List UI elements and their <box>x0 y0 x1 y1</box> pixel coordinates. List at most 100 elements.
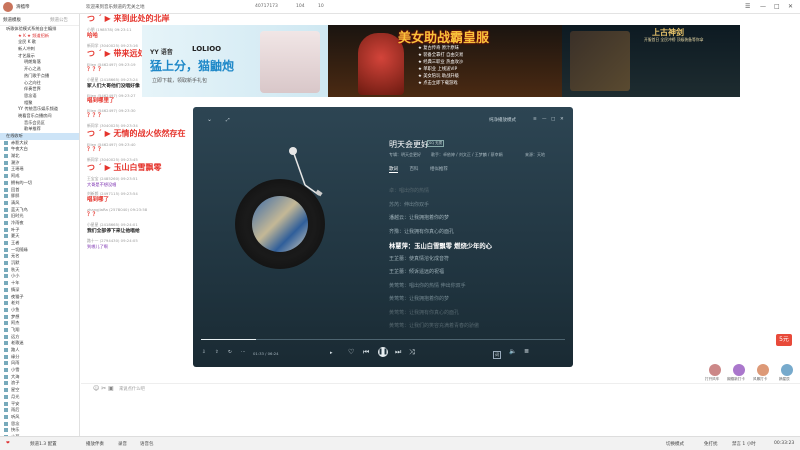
avatar[interactable] <box>709 364 721 376</box>
switch-mode-button[interactable]: 切换模式 <box>666 441 684 447</box>
channel-tree-item[interactable]: 伴奏世界 <box>0 86 79 93</box>
voicepack-button[interactable]: 语音包 <box>140 441 154 447</box>
channel-tree-item[interactable]: 热门歌手点播 <box>0 73 79 80</box>
user-list-item[interactable]: 旧时光 <box>0 213 79 220</box>
dnd-button[interactable]: 免打扰 <box>704 441 718 447</box>
user-list-item[interactable]: 秋天 <box>0 267 79 274</box>
accompaniment-button[interactable]: 播放伴奏 <box>86 441 104 447</box>
user-list-item[interactable]: 拥有的一切 <box>0 180 79 187</box>
user-list-item[interactable]: 清风 <box>0 200 79 207</box>
channel-tree-item[interactable]: 晓看音乐点播房间 <box>0 113 79 120</box>
menu-icon[interactable]: ☰ <box>745 3 750 10</box>
emoji-icon[interactable]: ☺ ✂ ▣ <box>93 385 114 392</box>
tab-similar[interactable]: 相似推荐 <box>430 167 448 172</box>
lyrics-toggle-button[interactable]: 词 <box>493 351 501 359</box>
promo-badge[interactable]: 5元 <box>776 334 792 346</box>
user-avatar[interactable] <box>3 2 13 12</box>
more-icon[interactable]: ⋯ <box>241 350 246 355</box>
maximize-icon[interactable]: □ <box>774 3 780 10</box>
sidebar-head-right[interactable]: 频道公告 <box>50 17 68 23</box>
channel-tree-item[interactable]: 歌单推荐 <box>0 126 79 133</box>
tab-lyrics[interactable]: 歌词 <box>389 167 398 173</box>
user-list-item[interactable]: 阿成 <box>0 173 79 180</box>
shuffle-icon[interactable]: ⤨ <box>409 348 415 357</box>
username[interactable]: 滑稽帝 <box>16 4 30 10</box>
channel-tree-item[interactable]: 心之向往 <box>0 80 79 87</box>
share-icon[interactable]: ⇪ <box>215 350 219 355</box>
ad-banner[interactable]: YY 语音 LOLIOO 猛上分，猫鼬炮 立即下载，领取新手礼包 美女助战霸皇服… <box>142 25 740 97</box>
channel-tree-item[interactable]: 音乐会员区 <box>0 120 79 127</box>
user-list-item[interactable]: 潮汐 <box>0 160 79 167</box>
download-icon[interactable]: ⇩ <box>202 350 206 355</box>
collapse-icon[interactable]: ⌄ <box>207 116 212 123</box>
channel-tree-item[interactable]: ★ K ★ 频道招新 <box>0 33 79 40</box>
user-list-item[interactable]: 听风 <box>0 414 79 421</box>
user-list-item[interactable]: 大海 <box>0 374 79 381</box>
user-list-item[interactable]: 阿杰 <box>0 320 79 327</box>
voice-setting-button[interactable]: 频道1.3 配置 <box>30 441 57 447</box>
user-list-item[interactable]: 老刘 <box>0 300 79 307</box>
user-list-item[interactable]: 小鱼 <box>0 307 79 314</box>
user-list-item[interactable]: 缘分 <box>0 354 79 361</box>
user-list-item[interactable]: 小雪 <box>0 367 79 374</box>
avatar[interactable] <box>733 364 745 376</box>
user-list-item[interactable]: 风雨 <box>0 360 79 367</box>
user-list-item[interactable]: 远方 <box>0 334 79 341</box>
chat-input-area[interactable]: ☺ ✂ ▣ 来说点什么吧 <box>81 383 800 436</box>
minimize-icon[interactable]: — <box>542 117 547 122</box>
channel-tree-item[interactable]: 相聚 <box>0 100 79 107</box>
fullscreen-icon[interactable]: ⤢ <box>226 117 230 123</box>
user-list-item[interactable]: 午夜大白 <box>0 146 79 153</box>
user-list-item[interactable]: 无名 <box>0 253 79 260</box>
ad-yy[interactable]: YY 语音 LOLIOO 猛上分，猫鼬炮 立即下载，领取新手礼包 <box>142 25 328 97</box>
heart-icon[interactable]: ❤ <box>6 441 10 446</box>
channel-tree-item[interactable]: 在线收听 <box>0 133 79 140</box>
ad-game[interactable]: 美女助战霸皇服 ★ 复古传奇 原汁原味 ★ 装备全靠打 自由交易 ★ 经典三职业… <box>328 25 562 97</box>
album-label[interactable]: 专辑：明天会更好 <box>389 152 421 158</box>
avatar[interactable] <box>781 364 793 376</box>
tab-wiki[interactable]: 百科 <box>409 167 418 172</box>
menu-icon[interactable]: ≡ <box>533 117 537 122</box>
close-icon[interactable]: ✕ <box>788 3 793 10</box>
sidebar-head-left[interactable]: 频道模板 <box>3 17 21 23</box>
minimize-icon[interactable]: — <box>760 3 766 10</box>
user-list-item[interactable]: 快乐 <box>0 427 79 434</box>
channel-tree-item[interactable]: 才艺展示 <box>0 53 79 60</box>
ad-rpg[interactable]: 上古神剑 开服首日 全民冲榜 顶级装备等你拿 <box>562 25 740 97</box>
user-list-item[interactable]: 平安 <box>0 401 79 408</box>
user-list-item[interactable]: 胖胖 <box>0 193 79 200</box>
user-list-item[interactable]: 王者 <box>0 240 79 247</box>
refresh-icon[interactable]: ↻ <box>228 350 232 355</box>
close-icon[interactable]: ✕ <box>560 117 564 122</box>
user-list-item[interactable]: 蓝天飞鸟 <box>0 207 79 214</box>
user-list-item[interactable]: 路人 <box>0 347 79 354</box>
mute-button[interactable]: 禁言 1 小时 <box>732 441 756 447</box>
next-icon[interactable]: ⏭ <box>395 348 401 357</box>
user-list-item[interactable]: 沉默 <box>0 260 79 267</box>
user-list-item[interactable]: 冷雨夜 <box>0 220 79 227</box>
user-list-item[interactable]: 梦想 <box>0 314 79 321</box>
channel-tree-item[interactable]: 开心之选 <box>0 66 79 73</box>
user-list-item[interactable]: 小小 <box>0 273 79 280</box>
user-list-item[interactable]: 思念 <box>0 421 79 428</box>
user-list-item[interactable]: 雨后 <box>0 407 79 414</box>
user-list-item[interactable]: 王瑶瑶 <box>0 166 79 173</box>
channel-tree-item[interactable]: 全民 K 歌 <box>0 39 79 46</box>
playlist-icon[interactable]: ≣ <box>524 348 529 355</box>
channel-tree-item[interactable]: 思念语 <box>0 93 79 100</box>
user-list-item[interactable]: 飞翔 <box>0 327 79 334</box>
user-list-item[interactable]: 夏天 <box>0 233 79 240</box>
maximize-icon[interactable]: □ <box>551 117 555 122</box>
previous-icon[interactable]: ⏮ <box>363 348 369 357</box>
volume-icon[interactable]: 🔈 <box>509 348 516 355</box>
user-list-item[interactable]: 夜猫子 <box>0 294 79 301</box>
channel-tree-item[interactable]: 听歌体验模式系统自主编排 <box>0 26 79 33</box>
progress-bar[interactable] <box>201 339 565 340</box>
channel-tree-item[interactable]: 明朗角落 <box>0 59 79 66</box>
user-list-item[interactable]: 老歌迷 <box>0 340 79 347</box>
channel-tree-item[interactable]: YY 传统音乐娱乐频道 <box>0 106 79 113</box>
user-list-item[interactable]: 赤影大叔 <box>0 140 79 147</box>
user-list-item[interactable]: 叶子 <box>0 227 79 234</box>
singer-label[interactable]: 歌手：卓依婷 / 刘文正 / 王梦麟 / 蔡幸娟 <box>431 152 503 158</box>
user-list-item[interactable]: 星空 <box>0 387 79 394</box>
